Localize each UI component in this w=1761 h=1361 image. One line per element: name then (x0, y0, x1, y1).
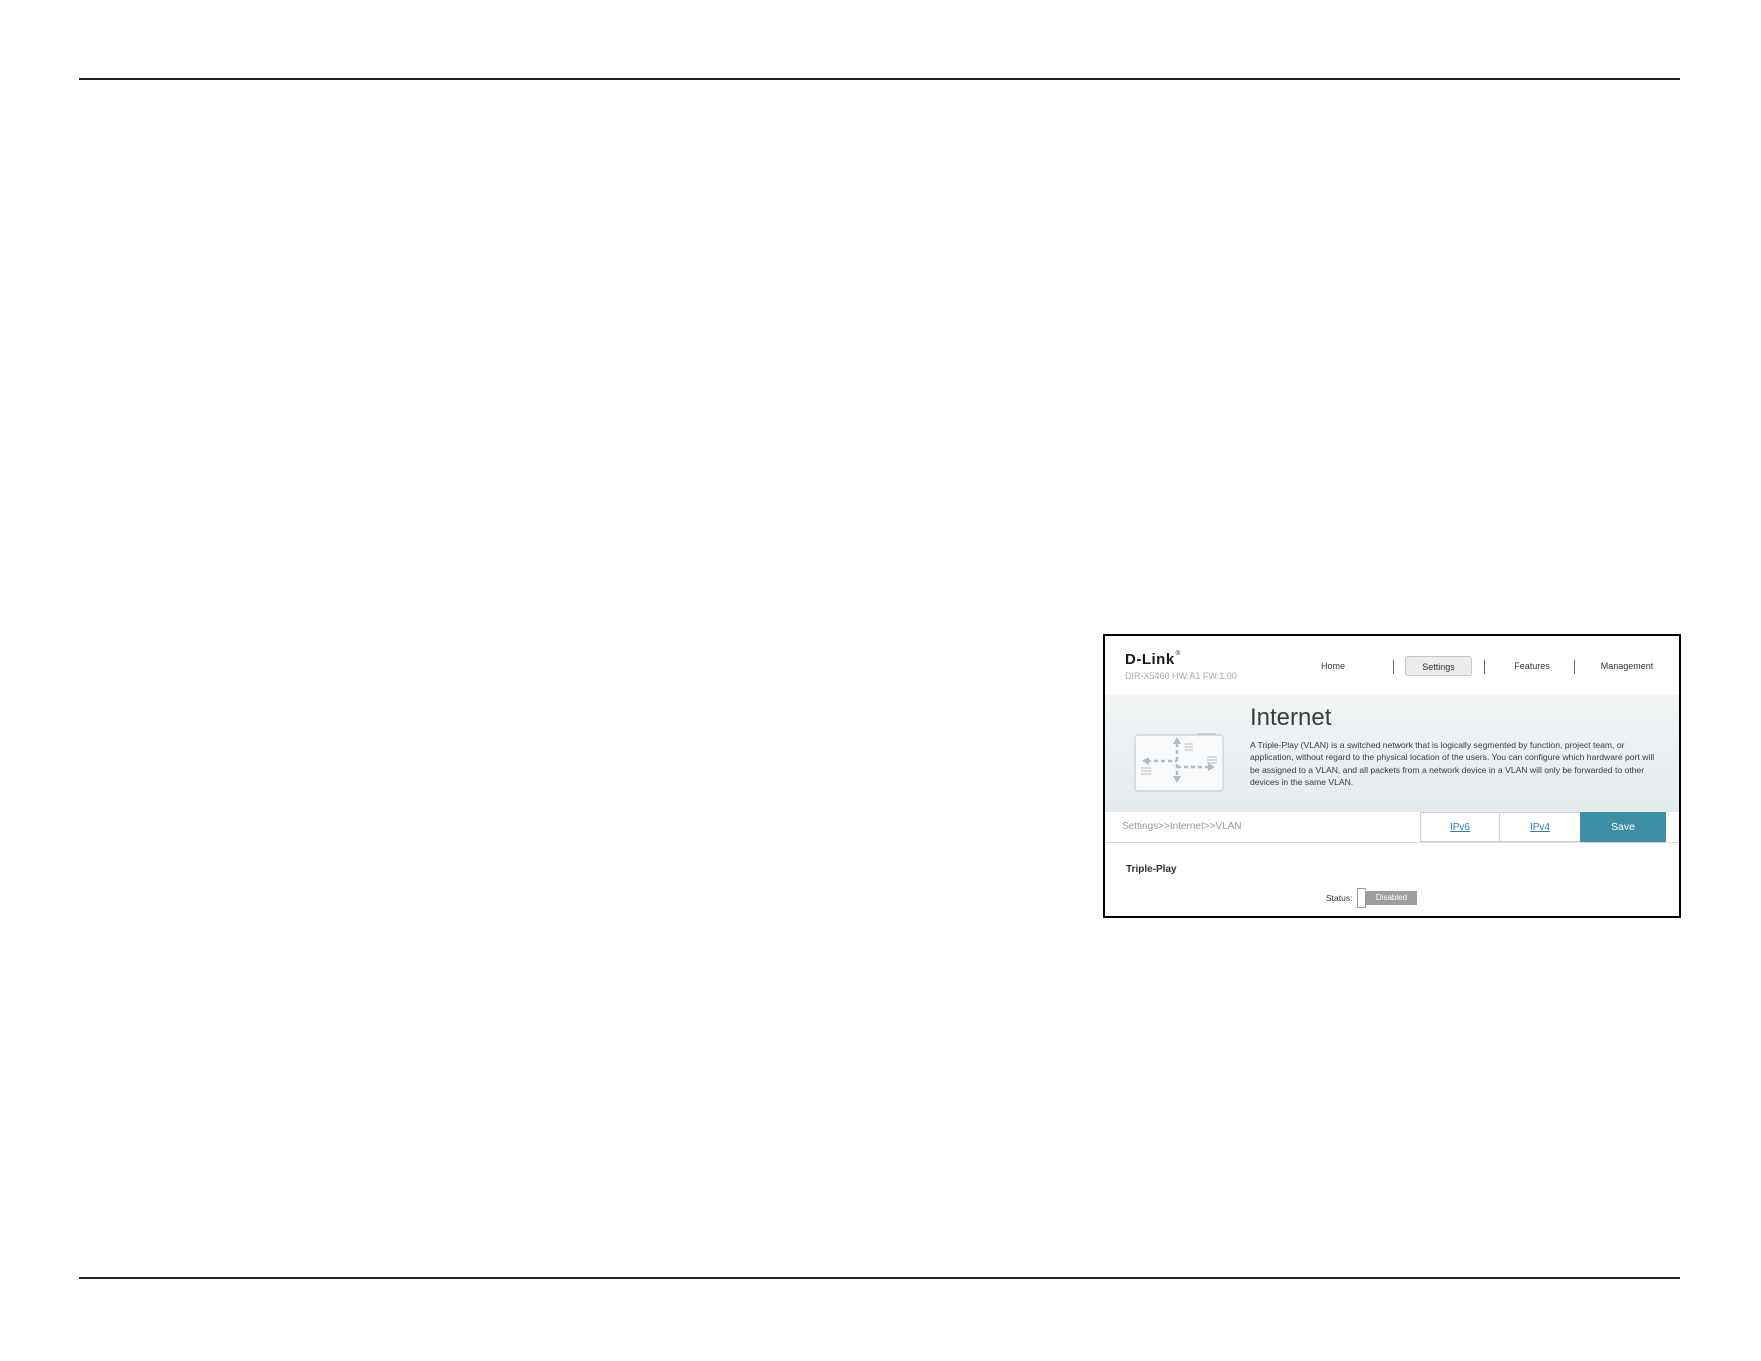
nav-separator (1484, 660, 1485, 674)
nav-separator (1393, 660, 1394, 674)
nav-management[interactable]: Management (1587, 656, 1667, 676)
status-toggle[interactable]: Disabled (1357, 888, 1419, 908)
toggle-knob[interactable] (1357, 888, 1366, 908)
page-description: A Triple-Play (VLAN) is a switched netwo… (1250, 740, 1655, 787)
page-banner: Internet A Triple-Play (VLAN) is a switc… (1105, 695, 1679, 812)
page-bottom-rule (79, 1277, 1680, 1279)
model-info: DIR-X5460 HW:A1 FW:1.00 (1125, 671, 1237, 681)
toggle-track[interactable]: Disabled (1366, 891, 1417, 905)
nav-home[interactable]: Home (1313, 656, 1353, 676)
breadcrumb: Settings>>Internet>>VLAN (1122, 821, 1242, 832)
page-title: Internet (1250, 704, 1332, 731)
nav-separator (1574, 660, 1575, 674)
brand-logo[interactable]: D-Link® (1125, 651, 1181, 668)
network-diagram-icon (1134, 733, 1224, 792)
router-ui-screenshot: D-Link® DIR-X5460 HW:A1 FW:1.00 Home Set… (1103, 634, 1681, 918)
ipv6-link-button[interactable]: IPv6 (1420, 812, 1500, 842)
breadcrumb-bar: Settings>>Internet>>VLAN IPv6 IPv4 Save (1105, 812, 1679, 843)
status-label: Status: (1326, 893, 1353, 903)
registered-mark: ® (1175, 651, 1181, 657)
section-title: Triple-Play (1126, 864, 1177, 875)
ipv4-link-button[interactable]: IPv4 (1499, 812, 1581, 842)
app-header: D-Link® DIR-X5460 HW:A1 FW:1.00 Home Set… (1105, 636, 1679, 696)
brand-name: D-Link (1125, 651, 1175, 668)
page-top-rule (79, 78, 1680, 80)
save-button[interactable]: Save (1580, 812, 1666, 842)
nav-settings[interactable]: Settings (1405, 656, 1472, 676)
nav-features[interactable]: Features (1503, 656, 1561, 676)
